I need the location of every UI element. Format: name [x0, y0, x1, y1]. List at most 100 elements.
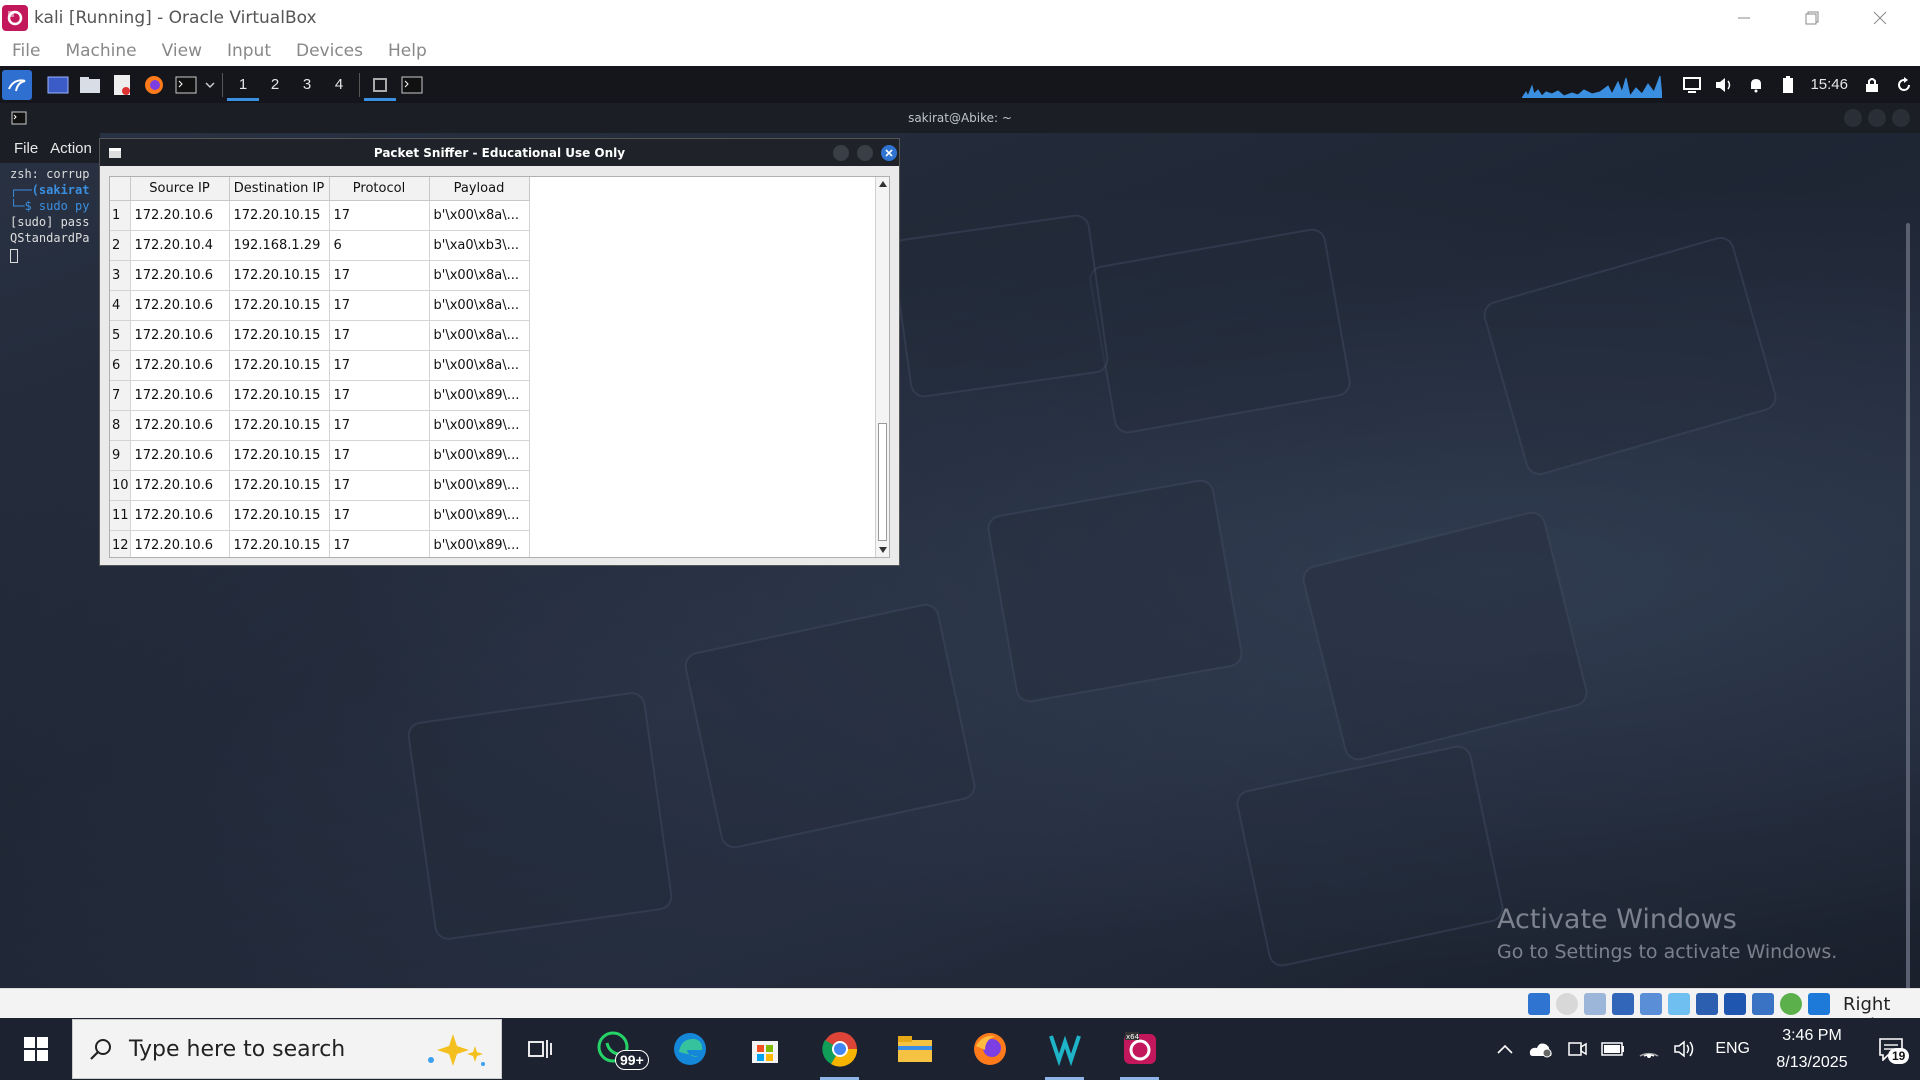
destination-ip-cell[interactable]: 172.20.10.15 — [229, 260, 330, 291]
row-number-cell[interactable]: 12 — [110, 530, 131, 557]
edge-app-icon[interactable] — [652, 1018, 727, 1080]
chevron-down-icon[interactable] — [202, 69, 218, 101]
row-number-cell[interactable]: 6 — [110, 350, 131, 381]
payload-cell[interactable]: b'\x00\x8a\... — [429, 290, 530, 321]
hard-disk-icon[interactable] — [1528, 993, 1550, 1015]
file-explorer-app-icon[interactable] — [877, 1018, 952, 1080]
meet-now-icon[interactable] — [1559, 1018, 1595, 1080]
destination-ip-cell[interactable]: 172.20.10.15 — [229, 500, 330, 531]
table-row[interactable]: 1 172.20.10.6 172.20.10.15 17 b'\x00\x8a\... — [110, 200, 530, 231]
destination-ip-cell[interactable]: 172.20.10.15 — [229, 530, 330, 557]
menu-devices[interactable]: Devices — [284, 41, 376, 61]
table-row[interactable]: 2 172.20.10.4 192.168.1.29 6 b'\xa0\xb3\... — [110, 230, 530, 261]
kali-vm-app-icon[interactable]: x64 — [1102, 1018, 1177, 1080]
table-row[interactable]: 8 172.20.10.6 172.20.10.15 17 b'\x00\x89\... — [110, 410, 530, 441]
notification-bell-icon[interactable] — [1740, 69, 1772, 101]
menu-help[interactable]: Help — [376, 41, 440, 61]
source-ip-cell[interactable]: 172.20.10.6 — [130, 260, 230, 291]
destination-ip-cell[interactable]: 172.20.10.15 — [229, 380, 330, 411]
virtualbox-manager-app-icon[interactable] — [1027, 1018, 1102, 1080]
file-manager-icon[interactable] — [74, 69, 106, 101]
column-header-payload[interactable]: Payload — [429, 177, 530, 201]
source-ip-cell[interactable]: 172.20.10.6 — [130, 320, 230, 351]
payload-cell[interactable]: b'\x00\x8a\... — [429, 350, 530, 381]
start-button[interactable] — [0, 1018, 72, 1080]
row-number-cell[interactable]: 8 — [110, 410, 131, 441]
table-row[interactable]: 7 172.20.10.6 172.20.10.15 17 b'\x00\x89\... — [110, 380, 530, 411]
protocol-cell[interactable]: 17 — [329, 500, 430, 531]
source-ip-cell[interactable]: 172.20.10.6 — [130, 410, 230, 441]
protocol-cell[interactable]: 17 — [329, 200, 430, 231]
workspace-4[interactable]: 4 — [323, 66, 355, 103]
protocol-cell[interactable]: 17 — [329, 260, 430, 291]
row-number-cell[interactable]: 2 — [110, 230, 131, 261]
source-ip-cell[interactable]: 172.20.10.6 — [130, 530, 230, 557]
payload-cell[interactable]: b'\x00\x89\... — [429, 380, 530, 411]
volume-icon[interactable] — [1708, 69, 1740, 101]
guest-display[interactable]: 1 2 3 4 15:46 sakirat@Abike: ~ File Acti… — [0, 66, 1920, 988]
kali-clock[interactable]: 15:46 — [1810, 76, 1848, 93]
optical-drive-icon[interactable] — [1556, 993, 1578, 1015]
destination-ip-cell[interactable]: 172.20.10.15 — [229, 200, 330, 231]
terminal-menu-action[interactable]: Action — [50, 140, 92, 157]
source-ip-cell[interactable]: 172.20.10.6 — [130, 290, 230, 321]
row-number-cell[interactable]: 4 — [110, 290, 131, 321]
source-ip-cell[interactable]: 172.20.10.4 — [130, 230, 230, 261]
packet-table[interactable]: Source IP Destination IP Protocol Payloa… — [109, 176, 890, 558]
row-number-cell[interactable]: 9 — [110, 440, 131, 471]
usb-icon[interactable] — [1640, 993, 1662, 1015]
payload-cell[interactable]: b'\x00\x89\... — [429, 440, 530, 471]
row-number-cell[interactable]: 11 — [110, 500, 131, 531]
scroll-down-arrow-icon[interactable] — [879, 547, 887, 553]
chevron-up-icon[interactable] — [1487, 1018, 1523, 1080]
destination-ip-cell[interactable]: 172.20.10.15 — [229, 440, 330, 471]
display-icon[interactable] — [1676, 69, 1708, 101]
row-number-cell[interactable]: 7 — [110, 380, 131, 411]
protocol-cell[interactable]: 17 — [329, 410, 430, 441]
speaker-icon[interactable] — [1667, 1018, 1703, 1080]
audio-icon[interactable] — [1584, 993, 1606, 1015]
column-header-destination-ip[interactable]: Destination IP — [229, 177, 330, 201]
destination-ip-cell[interactable]: 172.20.10.15 — [229, 410, 330, 441]
terminal-icon[interactable] — [170, 69, 202, 101]
protocol-cell[interactable]: 17 — [329, 470, 430, 501]
guest-additions-icon[interactable] — [1780, 993, 1802, 1015]
source-ip-cell[interactable]: 172.20.10.6 — [130, 500, 230, 531]
table-row[interactable]: 6 172.20.10.6 172.20.10.15 17 b'\x00\x8a\... — [110, 350, 530, 381]
table-vertical-scrollbar[interactable] — [875, 177, 889, 557]
table-row[interactable]: 4 172.20.10.6 172.20.10.15 17 b'\x00\x8a\... — [110, 290, 530, 321]
source-ip-cell[interactable]: 172.20.10.6 — [130, 470, 230, 501]
source-ip-cell[interactable]: 172.20.10.6 — [130, 380, 230, 411]
sniffer-close-button[interactable] — [881, 145, 897, 161]
scrollbar-thumb[interactable] — [878, 423, 887, 541]
terminal-scrollbar[interactable] — [1906, 223, 1910, 988]
table-row[interactable]: 11 172.20.10.6 172.20.10.15 17 b'\x00\x89\..… — [110, 500, 530, 531]
chrome-app-icon[interactable] — [802, 1018, 877, 1080]
onedrive-icon[interactable] — [1523, 1018, 1559, 1080]
protocol-cell[interactable]: 17 — [329, 440, 430, 471]
restore-button[interactable] — [1778, 0, 1846, 35]
mouse-integration-icon[interactable] — [1808, 993, 1830, 1015]
menu-file[interactable]: File — [0, 41, 53, 61]
payload-cell[interactable]: b'\x00\x89\... — [429, 530, 530, 557]
close-button[interactable] — [1846, 0, 1914, 35]
task-view-icon[interactable] — [502, 1018, 577, 1080]
row-number-cell[interactable]: 5 — [110, 320, 131, 351]
menu-machine[interactable]: Machine — [53, 41, 149, 61]
workspace-1[interactable]: 1 — [227, 66, 259, 103]
sniffer-maximize-button[interactable] — [857, 145, 873, 161]
logout-icon[interactable] — [1888, 69, 1920, 101]
row-number-cell[interactable]: 1 — [110, 200, 131, 231]
input-language[interactable]: ENG — [1715, 1040, 1750, 1058]
protocol-cell[interactable]: 6 — [329, 230, 430, 261]
destination-ip-cell[interactable]: 172.20.10.15 — [229, 350, 330, 381]
text-editor-icon[interactable] — [106, 69, 138, 101]
scroll-up-arrow-icon[interactable] — [879, 181, 887, 187]
workspace-3[interactable]: 3 — [291, 66, 323, 103]
taskbutton-sniffer[interactable] — [364, 66, 396, 103]
protocol-cell[interactable]: 17 — [329, 290, 430, 321]
microsoft-store-app-icon[interactable] — [727, 1018, 802, 1080]
shared-folders-icon[interactable] — [1668, 993, 1690, 1015]
table-row[interactable]: 3 172.20.10.6 172.20.10.15 17 b'\x00\x8a\... — [110, 260, 530, 291]
destination-ip-cell[interactable]: 172.20.10.15 — [229, 320, 330, 351]
